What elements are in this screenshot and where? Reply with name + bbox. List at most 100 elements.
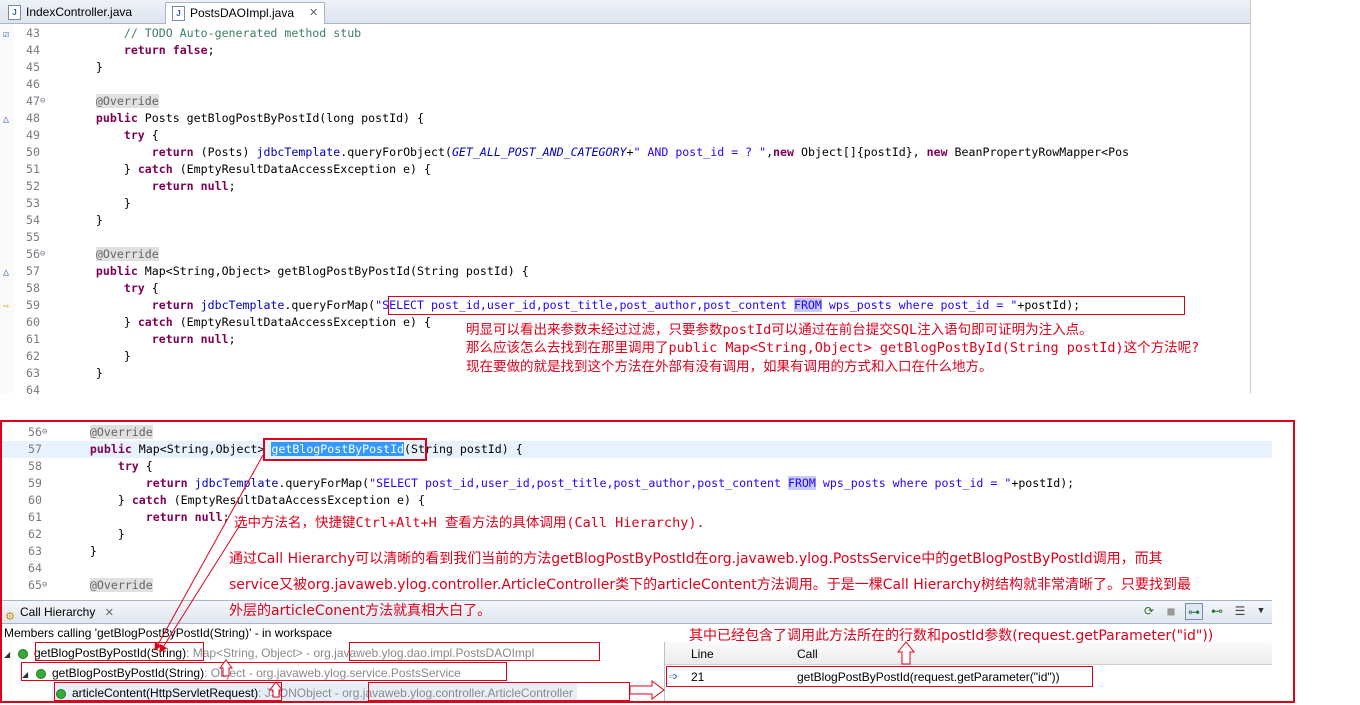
code-line[interactable]: 52 return null; (0, 178, 1250, 195)
override-icon[interactable]: △ (3, 264, 9, 281)
code-line[interactable]: 56 ⊖ @Override (2, 424, 1272, 441)
code-text: public Map<String,Object> getBlogPostByP… (95, 264, 529, 278)
code-line[interactable]: 51 } catch (EmptyResultDataAccessExcepti… (0, 161, 1250, 178)
tree-method-box-1 (35, 642, 204, 661)
code-line[interactable]: 56 ⊖ @Override (0, 246, 1250, 263)
code-text: @Override (95, 94, 159, 108)
fold-icon[interactable]: ⊖ (40, 93, 45, 110)
line-number: 65 (28, 578, 42, 592)
members-calling-label: Members calling 'getBlogPostByPostId(Str… (4, 626, 333, 640)
line-number: 50 (26, 145, 40, 159)
annotation-line-3: 现在要做的就是找到这个方法在外部有没有调用，如果有调用的方式和入口在什么地方。 (466, 359, 993, 375)
code-line[interactable]: 55 (0, 229, 1250, 246)
call-hierarchy-title: Call Hierarchy (20, 605, 96, 619)
code-text: } (68, 196, 131, 210)
line-number: 49 (26, 128, 40, 142)
code-line[interactable]: 45 } (0, 59, 1250, 76)
tree-row-box-2 (21, 662, 507, 681)
line-number: 64 (28, 561, 42, 575)
line-number: 64 (26, 383, 40, 397)
line-number: 56 (28, 425, 42, 439)
override-icon[interactable]: △ (3, 111, 9, 128)
code-line[interactable]: 46 (0, 76, 1250, 93)
bottom-code-area[interactable]: 56 ⊖ @Override 57 public Map<String,Object… (2, 422, 1272, 597)
fold-icon[interactable]: ⊖ (42, 577, 47, 594)
call-hierarchy-tab[interactable]: ⚙ Call Hierarchy ✕ (2, 601, 114, 623)
code-line[interactable]: 57 △ public Map<String,Object> getBlogPos… (0, 263, 1250, 280)
line-number: 63 (28, 544, 42, 558)
fold-icon[interactable]: ⊖ (40, 246, 45, 263)
caller-hierarchy-icon[interactable]: ⊶ (1185, 603, 1203, 620)
expanded-icon: ◢ (4, 650, 11, 659)
refresh-icon[interactable]: ⟳ (1140, 603, 1158, 620)
line-number: 55 (26, 230, 40, 244)
code-text: return false; (123, 43, 215, 57)
line-number: 51 (26, 162, 40, 176)
code-text: try { (123, 128, 159, 142)
line-number: 48 (26, 111, 40, 125)
java-file-icon: J (8, 5, 21, 20)
code-line[interactable]: 50 return (Posts) jdbcTemplate.queryForO… (0, 144, 1250, 161)
code-text: } catch (EmptyResultDataAccessException … (62, 493, 425, 507)
code-line[interactable]: 48 △ public Posts getBlogPostByPostId(lon… (0, 110, 1250, 127)
line-number: 45 (26, 60, 40, 74)
call-row-box (666, 666, 1093, 687)
code-text: return null; (145, 510, 230, 524)
tree-type: : Map<String, Object> - (186, 646, 314, 660)
code-text: } catch (EmptyResultDataAccessException … (68, 162, 431, 176)
code-line[interactable]: 60 } catch (EmptyResultDataAccessExcepti… (2, 492, 1272, 509)
code-text: @Override (89, 578, 153, 592)
line-number: 62 (26, 349, 40, 363)
stop-icon[interactable]: ■ (1162, 603, 1180, 620)
code-line[interactable]: 53 } (0, 195, 1250, 212)
line-number: 46 (26, 77, 40, 91)
code-text: } catch (EmptyResultDataAccessException … (68, 315, 431, 329)
line-number: 58 (28, 459, 42, 473)
history-icon[interactable]: ☰ (1231, 603, 1249, 620)
line-number: 62 (28, 527, 42, 541)
editor-tab-bar: J IndexController.java J PostsDAOImpl.ja… (0, 0, 1250, 24)
code-text: return null; (151, 332, 236, 346)
code-line[interactable]: 47 ⊖ @Override (0, 93, 1250, 110)
close-icon[interactable]: ✕ (105, 607, 114, 619)
tab-label: PostsDAOImpl.java (190, 6, 295, 20)
code-text: public Posts getBlogPostByPostId(long po… (95, 111, 424, 125)
code-text: } (62, 544, 97, 558)
fold-icon[interactable]: ⊖ (42, 424, 47, 441)
code-line[interactable]: 58 try { (0, 280, 1250, 297)
code-line[interactable]: 49 try { (0, 127, 1250, 144)
code-text: } (62, 527, 125, 541)
code-text: // TODO Auto-generated method stub (123, 26, 362, 40)
line-number: 58 (26, 281, 40, 295)
public-method-icon (18, 648, 28, 659)
line-number: 43 (26, 26, 40, 40)
code-line[interactable]: 44 return false; (0, 42, 1250, 59)
code-line[interactable]: 59 return jdbcTemplate.queryForMap("SELE… (2, 475, 1272, 492)
column-line[interactable]: Line (691, 644, 714, 664)
code-line[interactable]: 64 (0, 382, 1250, 399)
tab-label: IndexController.java (26, 5, 133, 19)
code-text: } (68, 213, 103, 227)
code-line[interactable]: 58 try { (2, 458, 1272, 475)
code-text: return null; (151, 179, 236, 193)
line-number: 44 (26, 43, 40, 57)
line-number: 56 (26, 247, 40, 261)
code-line[interactable]: 57 public Map<String,Object> getBlogPost… (2, 441, 1272, 458)
tab-index-controller[interactable]: J IndexController.java (2, 2, 162, 22)
line-number: 59 (26, 298, 40, 312)
tab-posts-dao-impl[interactable]: J PostsDAOImpl.java ✕ (165, 2, 325, 24)
task-icon[interactable]: ☑ (3, 26, 9, 43)
line-number: 54 (26, 213, 40, 227)
column-call[interactable]: Call (797, 644, 818, 664)
line-number: 60 (28, 493, 42, 507)
code-text: return (Posts) jdbcTemplate.queryForObje… (151, 145, 1130, 159)
callee-hierarchy-icon[interactable]: ⊷ (1208, 603, 1226, 620)
code-line[interactable]: 43 ☑ // TODO Auto-generated method stub (0, 25, 1250, 42)
code-line[interactable]: 54 } (0, 212, 1250, 229)
line-number: 61 (28, 510, 42, 524)
view-menu-icon[interactable]: ▼ (1252, 603, 1270, 620)
line-number: 57 (28, 442, 42, 456)
code-text: try { (123, 281, 159, 295)
method-name-highlight-box (263, 438, 427, 461)
close-icon[interactable]: ✕ (309, 3, 318, 23)
